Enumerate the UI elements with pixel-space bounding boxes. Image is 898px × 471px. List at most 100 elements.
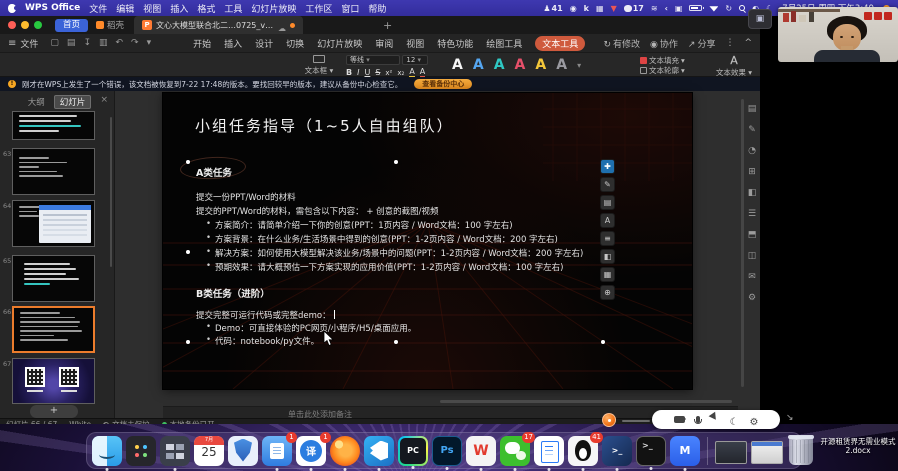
dock-minimized-window-light[interactable] <box>751 441 783 464</box>
text-preset-gray[interactable]: A <box>556 57 567 73</box>
share-button[interactable]: 分享 <box>688 37 716 50</box>
edit-panel-icon[interactable] <box>746 124 758 136</box>
dock-app-vscode[interactable] <box>364 436 394 466</box>
layout-panel-icon[interactable] <box>746 187 758 199</box>
template-panel-icon[interactable] <box>746 250 758 262</box>
print-icon[interactable] <box>99 38 108 48</box>
tab-transition[interactable]: 切换 <box>286 37 304 50</box>
dock-app-translate[interactable]: 译1 <box>296 436 326 466</box>
wechat-menubar-icon[interactable]: 17 <box>624 4 644 13</box>
dock-app-finder[interactable] <box>92 436 122 466</box>
dock-app-terminal[interactable]: >_ <box>636 436 666 466</box>
text-preset-yellow[interactable]: A <box>535 57 546 73</box>
moon-icon[interactable] <box>730 410 739 429</box>
dock-app-powershell[interactable]: >_ <box>602 436 632 466</box>
menu-view[interactable]: 视图 <box>143 2 161 15</box>
webcam-video-overlay[interactable] <box>778 7 898 62</box>
italic-button[interactable]: I <box>357 68 359 77</box>
dock-app-wps[interactable]: W <box>466 436 496 466</box>
menu-window[interactable]: 窗口 <box>341 2 359 15</box>
slide-thumbnail-65[interactable] <box>12 255 95 302</box>
dock-app-mail[interactable]: 1 <box>262 436 292 466</box>
layout-button[interactable] <box>600 249 615 264</box>
slide-thumbnail-63[interactable] <box>12 148 95 195</box>
menu-file[interactable]: 文件 <box>89 2 107 15</box>
dock-app-calendar[interactable]: 7月 25 <box>194 436 224 466</box>
edit-text-button[interactable] <box>600 177 615 192</box>
text-fill-button[interactable]: 文本填充 ▾ <box>640 55 685 65</box>
dock-app-firefox[interactable] <box>330 436 360 466</box>
expand-icon[interactable] <box>786 413 794 423</box>
menu-insert[interactable]: 插入 <box>170 2 188 15</box>
new-file-icon[interactable] <box>50 38 59 48</box>
selected-text-box[interactable]: A类任务 提交一份PPT/Word的材料 提交的PPT/Word的材料，需包含以… <box>188 162 604 342</box>
text-preset-white[interactable]: A <box>452 57 463 73</box>
tab-view[interactable]: 视图 <box>406 37 424 50</box>
tab-insert[interactable]: 插入 <box>224 37 242 50</box>
resize-handle-top-left[interactable] <box>186 160 190 164</box>
add-slide-button[interactable]: + <box>30 405 78 418</box>
tab-home[interactable]: 首页 <box>55 19 88 32</box>
wifi-icon[interactable] <box>709 5 718 12</box>
zoom-window-button[interactable] <box>34 21 42 29</box>
align-button[interactable] <box>600 231 615 246</box>
tab-slideshow[interactable]: 幻灯片放映 <box>317 37 362 50</box>
text-outline-button[interactable]: 文本轮廓 ▾ <box>640 65 685 75</box>
undo-icon[interactable] <box>116 38 124 48</box>
text-box-button[interactable]: 文本框 ▾ <box>298 55 340 76</box>
desktop-file-label[interactable]: 开源租赁界无需业模式 2.docx <box>820 437 896 455</box>
tab-special-features[interactable]: 特色功能 <box>437 37 473 50</box>
horizontal-scrollbar[interactable] <box>440 400 732 403</box>
pointer-icon[interactable] <box>708 411 721 425</box>
outline-panel-icon[interactable] <box>746 208 758 220</box>
animation-panel-icon[interactable] <box>746 145 758 157</box>
resize-handle-bottom-right[interactable] <box>601 340 605 344</box>
text-preset-teal[interactable]: A <box>494 57 505 73</box>
tab-review[interactable]: 审阅 <box>375 37 393 50</box>
dock-minimized-window-dark[interactable] <box>715 441 747 464</box>
search-icon[interactable] <box>739 5 745 11</box>
menu-format[interactable]: 格式 <box>197 2 215 15</box>
menu-tools[interactable]: 工具 <box>224 2 242 15</box>
tab-design[interactable]: 设计 <box>255 37 273 50</box>
slide-title[interactable]: 小组任务指导（1~5人自由组队） <box>195 115 454 136</box>
font-size-select[interactable]: 12 ▾ <box>402 55 428 65</box>
file-menu-button[interactable]: 文件 <box>20 37 38 50</box>
dock-app-security[interactable] <box>228 436 258 466</box>
slide-thumbnail-62-partial[interactable] <box>12 111 95 140</box>
properties-panel-icon[interactable] <box>746 103 758 115</box>
menu-help[interactable]: 帮助 <box>368 2 386 15</box>
input-method-icon[interactable] <box>675 4 683 13</box>
superscript-button[interactable]: x² <box>385 69 392 77</box>
font-button[interactable] <box>600 213 615 228</box>
new-tab-button[interactable]: + <box>383 20 392 31</box>
tab-draw-tools[interactable]: 绘图工具 <box>486 37 522 50</box>
text-preset-blue[interactable]: A <box>473 57 484 73</box>
meeting-record-button[interactable] <box>602 413 616 427</box>
dock-app-photoshop[interactable]: Ps <box>432 436 462 466</box>
meeting-panel-button[interactable] <box>748 9 772 29</box>
resize-handle-top-center[interactable] <box>394 160 398 164</box>
k-app-icon[interactable] <box>584 4 589 13</box>
menu-workspace[interactable]: 工作区 <box>305 2 332 15</box>
location-pin-icon[interactable] <box>611 4 617 13</box>
dock-app-tencent-docs[interactable] <box>534 436 564 466</box>
menu-slideshow[interactable]: 幻灯片放映 <box>251 2 296 15</box>
settings-panel-icon[interactable] <box>746 292 758 304</box>
resize-handle-bottom-center[interactable] <box>394 340 398 344</box>
qq-menubar-icon[interactable]: 41 <box>543 4 562 13</box>
table-button[interactable] <box>600 267 615 282</box>
more-options-icon[interactable] <box>725 38 734 48</box>
collapse-ribbon-icon[interactable] <box>744 38 752 48</box>
slide-canvas[interactable]: 小组任务指导（1~5人自由组队） A类任务 提交一份PPT/Word的材料 提交… <box>163 93 692 389</box>
more-dropdown-icon[interactable] <box>147 38 152 48</box>
dock-app-launchpad[interactable] <box>126 436 156 466</box>
text-effect-button[interactable]: A 文本效果 ▾ <box>712 54 756 78</box>
more-button[interactable] <box>600 285 615 300</box>
dock-app-window-manager[interactable] <box>160 436 190 466</box>
resize-handle-bottom-left[interactable] <box>186 340 190 344</box>
chevron-icon[interactable] <box>665 4 668 13</box>
status-circle-icon[interactable] <box>570 4 577 13</box>
airplay-icon[interactable] <box>651 4 658 13</box>
slide-thumbnail-67[interactable] <box>12 358 95 404</box>
